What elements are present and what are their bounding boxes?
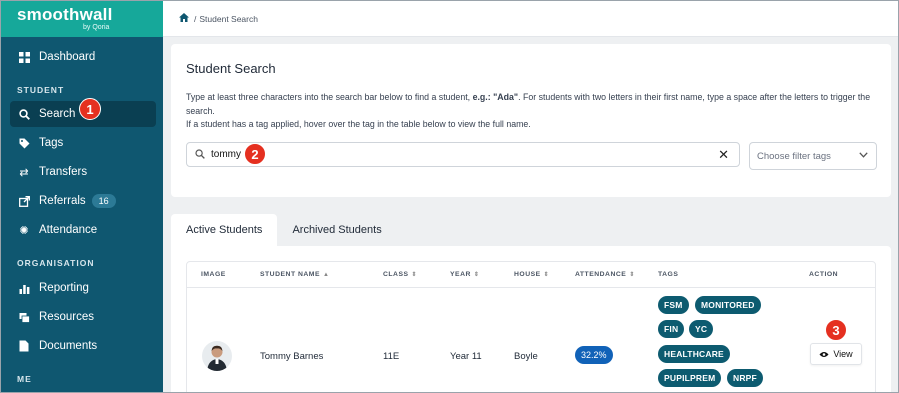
- search-icon: [18, 108, 30, 120]
- sidebar-item-tags[interactable]: Tags: [10, 130, 156, 156]
- header-class[interactable]: CLASS ⇕: [383, 271, 417, 278]
- tab-archived-students[interactable]: Archived Students: [277, 214, 396, 246]
- sidebar-item-transfers[interactable]: ⇄ Transfers: [10, 159, 156, 185]
- student-house: Boyle: [514, 351, 538, 362]
- callout-3: 3: [825, 319, 847, 341]
- sidebar-item-label: Dashboard: [39, 51, 96, 63]
- bar-chart-icon: [18, 282, 30, 294]
- transfer-icon: ⇄: [19, 166, 29, 179]
- hint-prefix: Type at least three characters into the …: [186, 92, 473, 102]
- search-hint: Type at least three characters into the …: [186, 91, 886, 132]
- student-tabs: Active Students Archived Students: [171, 214, 397, 246]
- header-label: ATTENDANCE: [575, 271, 627, 278]
- breadcrumb-current: Student Search: [199, 13, 258, 24]
- sort-icon: ⇕: [543, 272, 550, 278]
- view-label: View: [833, 349, 853, 359]
- sidebar-item-reporting[interactable]: Reporting: [10, 275, 156, 301]
- clear-icon[interactable]: ✕: [718, 147, 729, 163]
- sidebar-item-resources[interactable]: Resources: [10, 304, 156, 330]
- sidebar-item-label: Referrals: [39, 195, 86, 207]
- brand-logo[interactable]: smoothwall by Qoria: [1, 1, 163, 37]
- sidebar-item-dashboard[interactable]: Dashboard: [10, 44, 156, 70]
- student-class: 11E: [383, 351, 400, 362]
- app-window: smoothwall by Qoria Dashboard STUDENT Se…: [0, 0, 899, 393]
- header-image: IMAGE: [201, 271, 226, 278]
- search-icon: [195, 146, 205, 164]
- document-icon: [18, 340, 30, 352]
- sidebar-item-label: Attendance: [39, 224, 98, 236]
- brand-name: smoothwall: [17, 5, 113, 24]
- avatar: [202, 341, 232, 371]
- sidebar-item-attendance[interactable]: ✺ Attendance: [10, 217, 156, 243]
- sort-icon: ⇕: [629, 272, 635, 278]
- sidebar-item-label: Tags: [39, 137, 64, 149]
- filter-placeholder: Choose filter tags: [757, 150, 831, 162]
- student-year: Year 11: [450, 351, 482, 362]
- header-house[interactable]: HOUSE ⇕: [514, 271, 549, 278]
- search-field[interactable]: ✕: [186, 142, 740, 167]
- sort-icon: ⇕: [411, 272, 418, 278]
- chevron-down-icon: [859, 150, 868, 160]
- tag-badge[interactable]: YC: [689, 320, 714, 338]
- sidebar-item-label: Reporting: [39, 282, 89, 294]
- tag-badge[interactable]: FIN: [658, 320, 685, 338]
- breadcrumb-separator: /: [194, 13, 197, 24]
- header-label: STUDENT NAME: [260, 271, 320, 278]
- student-name: Tommy Barnes: [260, 351, 324, 362]
- brand-sub: by Qoria: [83, 24, 110, 31]
- view-button[interactable]: View: [810, 343, 862, 365]
- page-title: Student Search: [186, 61, 276, 76]
- callout-1: 1: [79, 98, 101, 120]
- students-table-card: IMAGE STUDENT NAME ▲ CLASS ⇕ YEAR ⇕ HOUSE ⇕ …: [171, 246, 891, 392]
- header-label: YEAR: [450, 271, 471, 278]
- referrals-count-badge: 16: [91, 194, 116, 208]
- resources-icon: [18, 311, 30, 323]
- header-divider: [187, 287, 875, 288]
- tag-badge[interactable]: MONITORED: [695, 296, 761, 314]
- header-student-name[interactable]: STUDENT NAME ▲: [260, 271, 329, 278]
- tag-badge[interactable]: NRPF: [727, 369, 763, 387]
- sidebar-item-label: Resources: [39, 311, 94, 323]
- sidebar: smoothwall by Qoria Dashboard STUDENT Se…: [1, 1, 163, 392]
- search-input[interactable]: [211, 149, 691, 160]
- filter-tags-select[interactable]: Choose filter tags: [749, 142, 877, 170]
- section-me-label: ME: [17, 374, 32, 384]
- tag-badge[interactable]: PUPILPREM: [658, 369, 722, 387]
- sort-asc-icon: ▲: [323, 272, 330, 278]
- header-label: CLASS: [383, 271, 409, 278]
- breadcrumb: / Student Search: [163, 1, 898, 37]
- sidebar-item-label: Transfers: [39, 166, 88, 178]
- sidebar-item-documents[interactable]: Documents: [10, 333, 156, 359]
- tag-badge[interactable]: HEALTHCARE: [658, 345, 730, 363]
- tag-icon: [18, 137, 30, 149]
- callout-2: 2: [244, 143, 266, 165]
- header-attendance[interactable]: ATTENDANCE ⇕: [575, 271, 635, 278]
- header-year[interactable]: YEAR ⇕: [450, 271, 479, 278]
- sidebar-item-referrals[interactable]: Referrals 16: [10, 188, 156, 214]
- dashboard-icon: [18, 51, 30, 63]
- hint-line2: If a student has a tag applied, hover ov…: [186, 119, 531, 129]
- sort-icon: ⇕: [473, 272, 480, 278]
- header-tags: TAGS: [658, 271, 679, 278]
- home-icon[interactable]: [179, 13, 189, 24]
- tab-active-students[interactable]: Active Students: [171, 214, 278, 246]
- section-organisation-label: ORGANISATION: [17, 258, 95, 268]
- section-student-label: STUDENT: [17, 85, 65, 95]
- tag-badge[interactable]: FSM: [658, 296, 689, 314]
- sidebar-item-label: Documents: [39, 340, 98, 352]
- hint-example: e.g.: "Ada": [472, 92, 519, 102]
- header-action: ACTION: [809, 271, 839, 278]
- sidebar-item-label: Search: [39, 108, 76, 120]
- external-link-icon: [18, 195, 30, 207]
- attendance-badge: 32.2%: [575, 346, 613, 364]
- students-table: IMAGE STUDENT NAME ▲ CLASS ⇕ YEAR ⇕ HOUSE ⇕ …: [186, 261, 876, 392]
- eye-icon: [819, 351, 829, 358]
- attendance-icon: ✺: [19, 224, 29, 237]
- header-label: HOUSE: [514, 271, 541, 278]
- student-search-card: Student Search Type at least three chara…: [171, 44, 891, 197]
